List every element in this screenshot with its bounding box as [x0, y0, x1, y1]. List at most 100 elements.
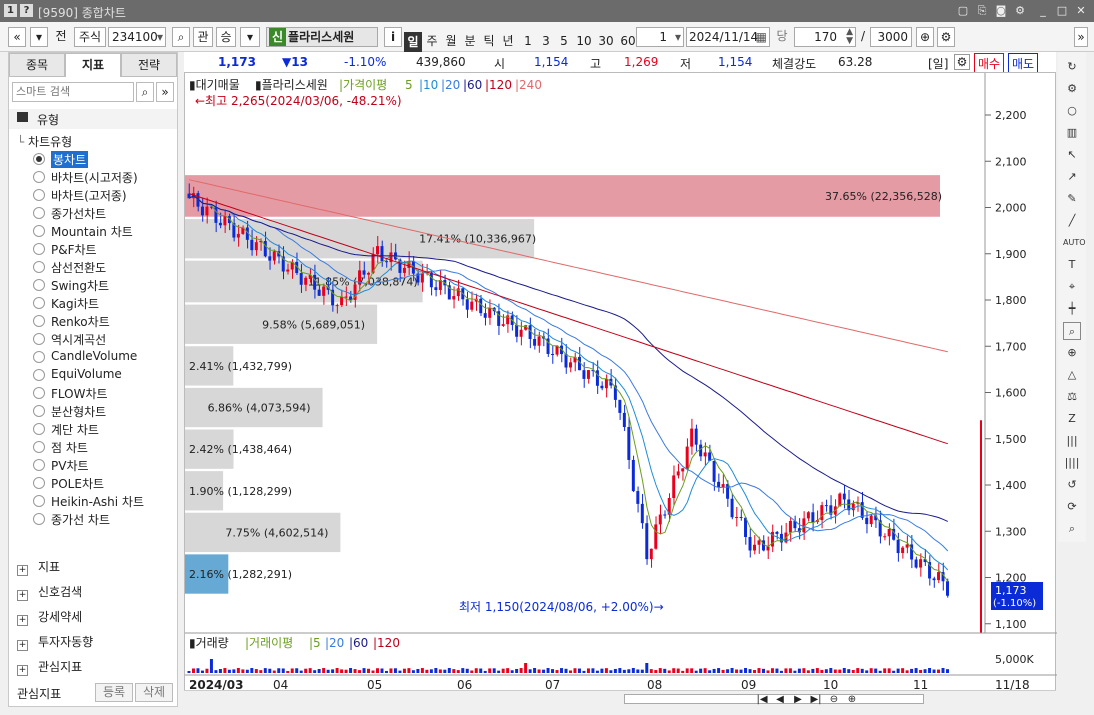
chart-type-item[interactable]: 봉차트 — [51, 151, 89, 168]
nav-button[interactable]: ▶ — [790, 692, 806, 708]
radio-icon[interactable] — [33, 171, 45, 183]
circle-icon[interactable]: ○ — [1063, 102, 1081, 120]
chart-type-item[interactable]: 바차트(시고저종) — [51, 169, 138, 186]
price-chart[interactable]: 2,200 2,100 2,000 1,900 1,800 1,700 1,600 1,500… — [185, 73, 1057, 708]
auto-line-icon[interactable]: AUTO — [1063, 234, 1086, 252]
chart-settings-icon[interactable]: ⚙ — [954, 54, 970, 70]
left-tab[interactable]: 종목 — [9, 53, 65, 77]
plus-icon[interactable]: + — [17, 640, 28, 651]
restore-icon[interactable]: ▢ — [955, 3, 971, 19]
gear-icon[interactable]: ⚙ — [937, 27, 955, 47]
smart-search-input[interactable] — [12, 82, 134, 102]
section-item[interactable]: + 강세약세 — [17, 608, 82, 626]
camera-icon[interactable]: ◙ — [993, 3, 1009, 19]
pen-icon[interactable]: ✎ — [1063, 190, 1081, 208]
plus-icon[interactable]: + — [17, 565, 28, 576]
refresh-small-icon[interactable]: ⟳ — [1063, 498, 1081, 516]
period-tab[interactable]: 분 — [461, 32, 479, 52]
minute-tab[interactable]: 60 — [618, 32, 638, 52]
search-icon[interactable]: ⌕ — [136, 82, 154, 102]
spin-icon[interactable]: ▲ ▼ — [846, 28, 853, 46]
compare-icon[interactable]: ⚖ — [1063, 388, 1081, 406]
jeon-checkbox[interactable]: 전 — [52, 27, 70, 47]
chart-navigator[interactable]: |◀ ◀ ▶ ▶| ⊖ ⊕ — [184, 690, 1056, 708]
candle-icon[interactable]: ┿ — [1063, 300, 1081, 318]
chart-type-item[interactable]: POLE차트 — [51, 475, 104, 492]
radio-icon[interactable] — [33, 207, 45, 219]
chart-area[interactable]: 2,200 2,100 2,000 1,900 1,800 1,700 1,600 1,500… — [184, 72, 1057, 708]
minimize-icon[interactable]: _ — [1035, 3, 1051, 19]
prev-stock-button[interactable]: « — [8, 27, 26, 47]
dropdown-button[interactable]: ▾ — [240, 27, 260, 47]
cursor-icon[interactable]: ↖ — [1063, 146, 1081, 164]
zoom-icon[interactable]: ⌕ — [1063, 322, 1081, 340]
chart-type-item[interactable]: 삼선전환도 — [51, 259, 106, 276]
chart-type-item[interactable]: 계단 차트 — [51, 421, 99, 438]
columns-icon[interactable]: |||| — [1063, 454, 1081, 472]
nav-button[interactable]: ⊖ — [826, 692, 842, 708]
chart-type-item[interactable]: Swing차트 — [51, 277, 109, 294]
left-tab[interactable]: 전략 — [121, 53, 177, 77]
radio-icon[interactable] — [33, 387, 45, 399]
zoom-in-icon[interactable]: ⊕ — [916, 27, 934, 47]
radio-icon[interactable] — [33, 441, 45, 453]
chart-type-item[interactable]: 종가선 차트 — [51, 511, 110, 528]
refresh-icon[interactable]: ↻ — [1063, 58, 1081, 76]
section-item[interactable]: + 지표 — [17, 558, 60, 576]
date-input[interactable]: 2024/11/14 ▦ — [686, 27, 770, 47]
chart-type-item[interactable]: EquiVolume — [51, 367, 122, 381]
section-item[interactable]: + 관심지표 — [17, 658, 82, 676]
minute-tab[interactable]: 5 — [556, 32, 572, 52]
magnify-icon[interactable]: ⌕ — [1063, 520, 1081, 538]
chart-type-item[interactable]: P&F차트 — [51, 241, 97, 258]
plus-icon[interactable]: + — [17, 590, 28, 601]
market-type-select[interactable]: 주식 — [74, 27, 106, 47]
chart-type-item[interactable]: Mountain 차트 — [51, 223, 133, 240]
section-item[interactable]: + 신호검색 — [17, 583, 82, 601]
link-icon[interactable]: ⎘ — [974, 3, 990, 19]
bar-chart-icon[interactable]: ▥ — [1063, 124, 1081, 142]
radio-icon[interactable] — [33, 423, 45, 435]
seung-button[interactable]: 승 — [216, 27, 236, 47]
chart-type-item[interactable]: Renko차트 — [51, 313, 110, 330]
chart-type-item[interactable]: FLOW차트 — [51, 385, 108, 402]
radio-icon[interactable] — [33, 351, 45, 363]
nav-button[interactable]: ▶| — [808, 692, 824, 708]
count-input[interactable]: 170 ▲ ▼ — [794, 27, 856, 47]
sell-button[interactable]: 매도 — [1008, 53, 1039, 74]
chart-type-item[interactable]: 종가선차트 — [51, 205, 106, 222]
minute-tab[interactable]: 30 — [596, 32, 616, 52]
radio-icon[interactable] — [33, 477, 45, 489]
text-icon[interactable]: T — [1063, 256, 1081, 274]
minute-tab[interactable]: 3 — [538, 32, 554, 52]
chart-type-item[interactable]: 역시계곡선 — [51, 331, 106, 348]
calendar-icon[interactable]: ▦ — [756, 28, 767, 46]
minute-tab[interactable]: 10 — [574, 32, 594, 52]
nav-button[interactable]: ⊕ — [844, 692, 860, 708]
search-icon[interactable]: ⌕ — [172, 27, 190, 47]
radio-icon[interactable] — [33, 279, 45, 291]
period-tab[interactable]: 주 — [423, 32, 441, 52]
stock-code-input[interactable]: 234100 ▾ — [108, 27, 166, 47]
register-button[interactable]: 등록 — [95, 683, 133, 702]
maximize-icon[interactable]: □ — [1054, 3, 1070, 19]
app-icon[interactable]: 1 — [4, 4, 17, 17]
buy-button[interactable]: 매수 — [974, 53, 1005, 74]
grid-icon[interactable]: ||| — [1063, 432, 1081, 450]
total-input[interactable]: 3000 — [870, 27, 912, 47]
radio-icon[interactable] — [33, 153, 45, 165]
section-item[interactable]: + 투자자동향 — [17, 633, 93, 651]
chart-type-item[interactable]: CandleVolume — [51, 349, 137, 363]
nav-button[interactable]: ◀ — [772, 692, 788, 708]
delete-button[interactable]: 삭제 — [135, 683, 173, 702]
help-icon[interactable]: ? — [20, 4, 33, 17]
chart-type-item[interactable]: 분산형차트 — [51, 403, 106, 420]
settings-icon[interactable]: ⚙ — [1012, 3, 1028, 19]
stock-name-field[interactable]: 신 플라리스세원 — [266, 27, 378, 47]
close-icon[interactable]: ✕ — [1073, 3, 1089, 19]
interval-input[interactable]: 1 ▾ — [636, 27, 684, 47]
next-stock-button[interactable]: ▾ — [30, 27, 48, 47]
radio-icon[interactable] — [33, 459, 45, 471]
minute-tab[interactable]: 1 — [520, 32, 536, 52]
radio-icon[interactable] — [33, 513, 45, 525]
